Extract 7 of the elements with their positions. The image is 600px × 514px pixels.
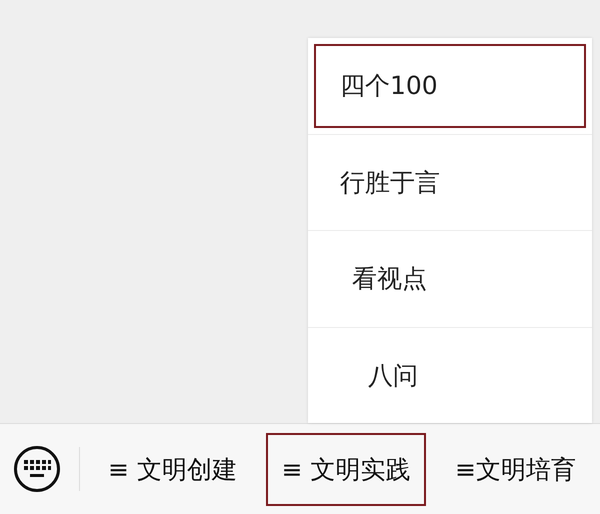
keyboard-icon[interactable] [13, 445, 61, 493]
menu-item[interactable]: ≡文明培育 [439, 432, 592, 506]
menu-item[interactable]: ≡ 文明实践 [266, 432, 426, 506]
submenu-item[interactable]: 看视点 [308, 230, 592, 326]
submenu-item[interactable]: 行胜于言 [308, 134, 592, 230]
submenu-item[interactable]: 四个100 [308, 38, 592, 134]
menu-item[interactable]: ≡ 文明创建 [92, 432, 253, 506]
